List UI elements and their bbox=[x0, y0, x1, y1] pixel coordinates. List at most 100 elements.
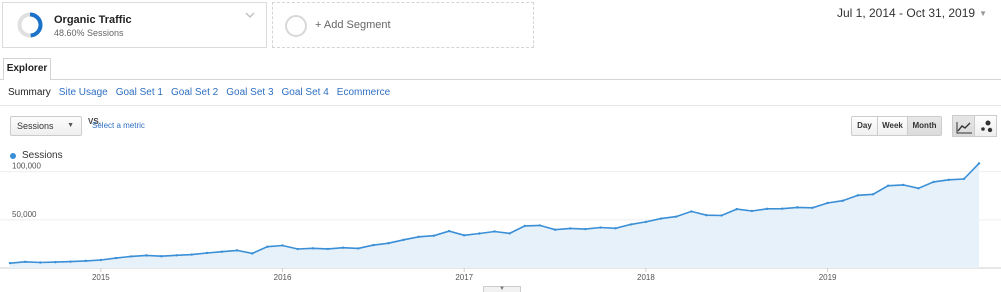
data-point[interactable] bbox=[326, 247, 330, 251]
date-range-label: Jul 1, 2014 - Oct 31, 2019 bbox=[836, 6, 976, 20]
data-point[interactable] bbox=[23, 260, 27, 264]
data-point[interactable] bbox=[190, 253, 193, 256]
metric-dropdown[interactable]: Sessions ▼ bbox=[10, 116, 82, 136]
data-point[interactable] bbox=[796, 206, 799, 209]
chevron-down-icon: ▼ bbox=[499, 286, 505, 292]
tab-divider bbox=[0, 79, 1001, 80]
data-point[interactable] bbox=[886, 184, 890, 187]
segment-progress-ring bbox=[17, 12, 43, 38]
motion-chart-button[interactable] bbox=[974, 115, 997, 137]
data-point[interactable] bbox=[735, 207, 738, 211]
data-point[interactable] bbox=[235, 249, 239, 252]
dropdown-arrow-icon: ▼ bbox=[67, 122, 74, 129]
data-point[interactable] bbox=[962, 177, 966, 181]
data-point[interactable] bbox=[841, 199, 844, 202]
data-point[interactable] bbox=[871, 193, 875, 196]
segment-percent: 48.60% Sessions bbox=[54, 28, 124, 38]
data-point[interactable] bbox=[311, 247, 315, 250]
data-point[interactable] bbox=[674, 215, 678, 218]
data-point[interactable] bbox=[402, 238, 405, 241]
data-point[interactable] bbox=[569, 227, 572, 230]
y-tick-label: 50,000 bbox=[12, 210, 37, 219]
data-point[interactable] bbox=[977, 162, 981, 165]
data-point[interactable] bbox=[8, 261, 12, 265]
granularity-month-button[interactable]: Month bbox=[907, 116, 942, 136]
subtab-goal-set-3[interactable]: Goal Set 3 bbox=[226, 87, 273, 98]
data-point[interactable] bbox=[811, 206, 814, 209]
line-chart-button[interactable] bbox=[952, 115, 975, 137]
data-point[interactable] bbox=[160, 255, 163, 258]
data-point[interactable] bbox=[357, 247, 360, 250]
data-point[interactable] bbox=[341, 246, 345, 249]
data-point[interactable] bbox=[296, 247, 299, 251]
subtab-goal-set-1[interactable]: Goal Set 1 bbox=[116, 87, 163, 98]
data-point[interactable] bbox=[372, 243, 375, 247]
data-point[interactable] bbox=[39, 261, 42, 264]
data-point[interactable] bbox=[54, 260, 57, 264]
data-point[interactable] bbox=[478, 232, 481, 235]
data-point[interactable] bbox=[917, 187, 920, 190]
granularity-week-button[interactable]: Week bbox=[877, 116, 908, 136]
add-segment-circle-icon bbox=[285, 15, 307, 37]
data-point[interactable] bbox=[932, 180, 935, 184]
data-point[interactable] bbox=[175, 254, 178, 257]
data-point[interactable] bbox=[553, 228, 557, 231]
segment-organic-traffic[interactable]: Organic Traffic 48.60% Sessions bbox=[2, 2, 267, 48]
data-point[interactable] bbox=[447, 229, 451, 233]
data-point[interactable] bbox=[493, 230, 496, 233]
data-point[interactable] bbox=[281, 244, 284, 247]
sessions-chart[interactable]: 100,000 50,000 2015 2016 2017 2018 2019 bbox=[0, 158, 1001, 286]
data-point[interactable] bbox=[690, 210, 693, 213]
select-metric-link[interactable]: Select a metric bbox=[92, 121, 145, 130]
data-point[interactable] bbox=[220, 250, 224, 253]
data-point[interactable] bbox=[129, 255, 133, 258]
sessions-area bbox=[10, 163, 979, 268]
data-point[interactable] bbox=[99, 258, 103, 262]
data-point[interactable] bbox=[826, 201, 829, 205]
data-point[interactable] bbox=[432, 234, 436, 237]
data-point[interactable] bbox=[251, 252, 254, 255]
chevron-down-icon[interactable] bbox=[244, 9, 256, 21]
subtab-summary[interactable]: Summary bbox=[8, 87, 51, 98]
data-point[interactable] bbox=[902, 183, 905, 187]
subtab-site-usage[interactable]: Site Usage bbox=[59, 87, 108, 98]
metric-dropdown-value: Sessions bbox=[17, 121, 54, 131]
data-point[interactable] bbox=[765, 207, 769, 211]
subtab-goal-set-2[interactable]: Goal Set 2 bbox=[171, 87, 218, 98]
add-segment-button[interactable]: + Add Segment bbox=[272, 2, 534, 48]
data-point[interactable] bbox=[538, 224, 542, 227]
data-point[interactable] bbox=[387, 242, 390, 245]
data-point[interactable] bbox=[266, 245, 269, 248]
segment-name: Organic Traffic bbox=[54, 14, 132, 26]
data-point[interactable] bbox=[947, 178, 950, 182]
data-point[interactable] bbox=[856, 194, 860, 197]
x-tick-label: 2016 bbox=[274, 273, 292, 282]
data-point[interactable] bbox=[84, 259, 87, 263]
data-point[interactable] bbox=[145, 254, 148, 257]
data-point[interactable] bbox=[463, 234, 466, 237]
data-point[interactable] bbox=[750, 209, 754, 213]
data-point[interactable] bbox=[705, 213, 708, 217]
data-point[interactable] bbox=[720, 214, 723, 217]
data-point[interactable] bbox=[417, 235, 420, 238]
data-point[interactable] bbox=[508, 232, 511, 235]
subtab-ecommerce[interactable]: Ecommerce bbox=[337, 87, 390, 98]
line-chart-icon bbox=[956, 122, 972, 134]
data-point[interactable] bbox=[114, 256, 118, 260]
data-point[interactable] bbox=[644, 220, 648, 224]
granularity-day-button[interactable]: Day bbox=[851, 116, 878, 136]
data-point[interactable] bbox=[584, 227, 587, 231]
add-segment-label: + Add Segment bbox=[315, 19, 391, 31]
data-point[interactable] bbox=[205, 251, 209, 255]
chart-scroll-handle[interactable]: ▼ bbox=[483, 286, 521, 292]
data-point[interactable] bbox=[780, 207, 784, 210]
data-point[interactable] bbox=[523, 224, 526, 228]
subtab-goal-set-4[interactable]: Goal Set 4 bbox=[282, 87, 329, 98]
data-point[interactable] bbox=[629, 223, 632, 226]
data-point[interactable] bbox=[69, 260, 72, 263]
date-range-picker[interactable]: Jul 1, 2014 - Oct 31, 2019 ▼ bbox=[837, 6, 987, 20]
data-point[interactable] bbox=[659, 217, 663, 220]
tab-explorer[interactable]: Explorer bbox=[3, 58, 51, 80]
data-point[interactable] bbox=[614, 227, 617, 230]
data-point[interactable] bbox=[599, 226, 602, 229]
